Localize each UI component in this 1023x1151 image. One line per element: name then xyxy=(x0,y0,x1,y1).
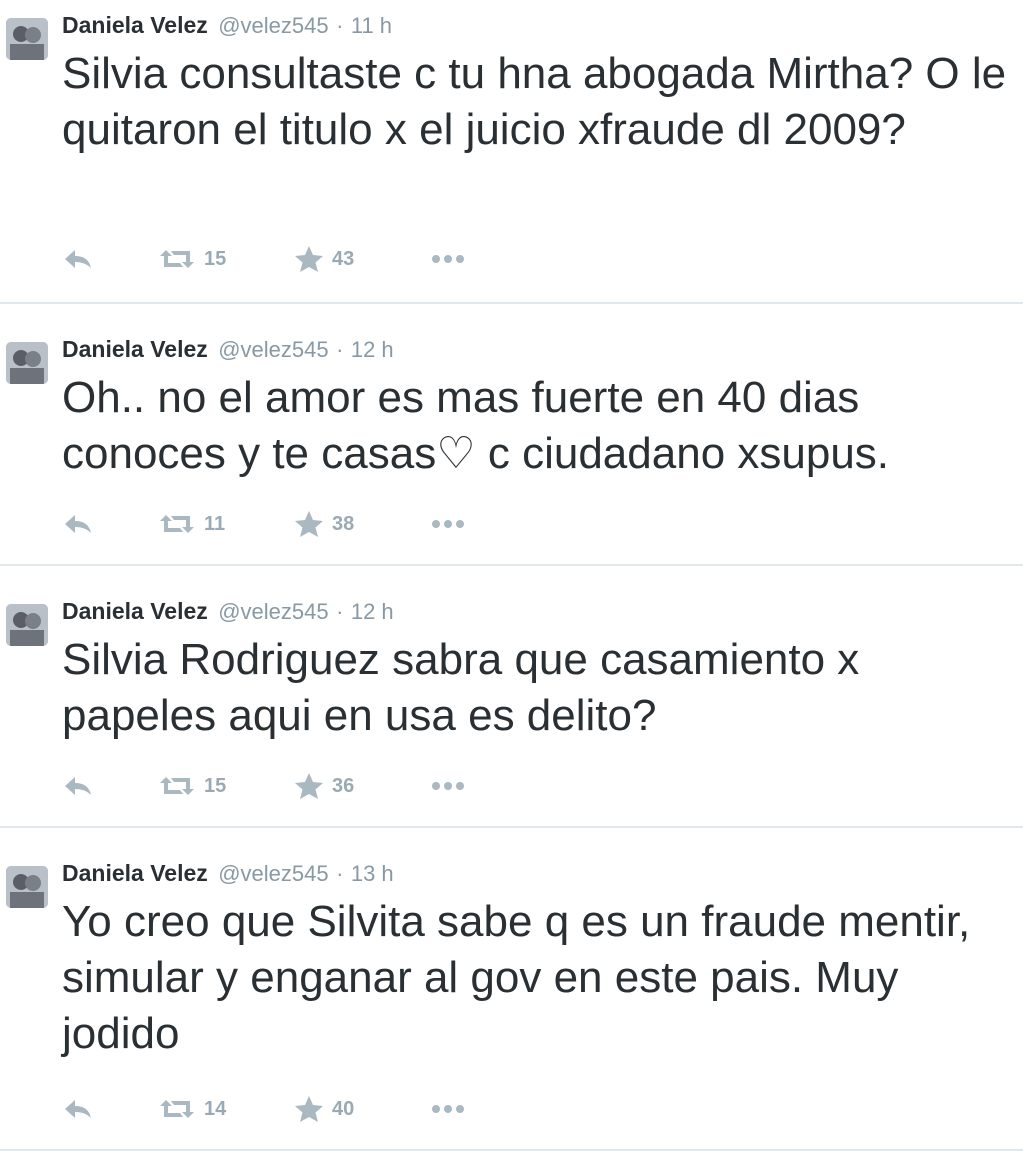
reply-icon xyxy=(65,1100,91,1118)
author-name[interactable]: Daniela Velez xyxy=(62,598,208,624)
reply-button[interactable] xyxy=(62,1097,158,1121)
tweet-text: Yo creo que Silvita sabe q es un fraude … xyxy=(62,897,971,1058)
retweet-count: 15 xyxy=(204,774,227,797)
more-options-icon xyxy=(432,255,464,263)
star-icon xyxy=(295,773,323,799)
avatar[interactable] xyxy=(6,866,48,908)
separator-dot: · xyxy=(336,337,344,362)
retweet-icon xyxy=(160,250,194,268)
avatar[interactable] xyxy=(6,342,48,384)
author-handle[interactable]: @velez545 xyxy=(218,337,328,362)
tweet-actions: 14 40 xyxy=(62,1094,466,1124)
retweet-button[interactable]: 11 xyxy=(158,512,294,536)
tweet: Daniela Velez @velez545 · 13 h Yo creo q… xyxy=(0,828,1023,1151)
tweet: Daniela Velez @velez545 · 11 h Silvia co… xyxy=(0,0,1023,304)
tweet-actions: 11 38 xyxy=(62,509,466,539)
reply-icon xyxy=(65,250,91,268)
more-options-button[interactable] xyxy=(430,1103,466,1115)
tweet-actions: 15 36 xyxy=(62,771,466,801)
reply-icon xyxy=(65,777,91,795)
retweet-icon xyxy=(160,515,194,533)
author-name[interactable]: Daniela Velez xyxy=(62,860,208,886)
tweet-timestamp[interactable]: 12 h xyxy=(351,599,394,624)
reply-button[interactable] xyxy=(62,247,158,271)
retweet-icon xyxy=(160,777,194,795)
reply-button[interactable] xyxy=(62,512,158,536)
retweet-count: 11 xyxy=(204,512,226,535)
tweet-timestamp[interactable]: 11 h xyxy=(351,13,392,38)
author-handle[interactable]: @velez545 xyxy=(218,599,328,624)
tweet-actions: 15 43 xyxy=(62,244,466,274)
favorite-count: 38 xyxy=(332,512,355,535)
tweet-header: Daniela Velez @velez545 · 11 h xyxy=(62,10,1015,40)
more-options-button[interactable] xyxy=(430,518,466,530)
star-icon xyxy=(295,1096,323,1122)
avatar[interactable] xyxy=(6,604,48,646)
author-name[interactable]: Daniela Velez xyxy=(62,336,208,362)
separator-dot: · xyxy=(336,13,344,38)
author-handle[interactable]: @velez545 xyxy=(218,861,328,886)
avatar[interactable] xyxy=(6,18,48,60)
tweet: Daniela Velez @velez545 · 12 h Oh.. no e… xyxy=(0,304,1023,566)
tweet-text: Oh.. no el amor es mas fuerte en 40 dias… xyxy=(62,373,890,478)
favorite-count: 40 xyxy=(332,1097,355,1120)
favorite-count: 43 xyxy=(332,247,355,270)
more-options-icon xyxy=(432,782,464,790)
tweet-text: Silvia Rodriguez sabra que casamiento x … xyxy=(62,635,860,740)
retweet-icon xyxy=(160,1100,194,1118)
tweet-timestamp[interactable]: 13 h xyxy=(351,861,394,886)
reply-button[interactable] xyxy=(62,774,158,798)
star-icon xyxy=(295,246,323,272)
more-options-icon xyxy=(432,520,464,528)
favorite-button[interactable]: 40 xyxy=(294,1095,430,1123)
author-name[interactable]: Daniela Velez xyxy=(62,12,208,38)
author-handle[interactable]: @velez545 xyxy=(218,13,328,38)
tweet-header: Daniela Velez @velez545 · 13 h xyxy=(62,858,1015,888)
separator-dot: · xyxy=(336,599,344,624)
tweet-header: Daniela Velez @velez545 · 12 h xyxy=(62,334,1015,364)
retweet-button[interactable]: 15 xyxy=(158,774,294,798)
retweet-button[interactable]: 15 xyxy=(158,247,294,271)
reply-icon xyxy=(65,515,91,533)
retweet-button[interactable]: 14 xyxy=(158,1097,294,1121)
favorite-button[interactable]: 43 xyxy=(294,245,430,273)
favorite-count: 36 xyxy=(332,774,355,797)
favorite-button[interactable]: 36 xyxy=(294,772,430,800)
tweet: Daniela Velez @velez545 · 12 h Silvia Ro… xyxy=(0,566,1023,828)
retweet-count: 15 xyxy=(204,247,227,270)
more-options-button[interactable] xyxy=(430,253,466,265)
star-icon xyxy=(295,511,323,537)
tweet-timeline: Daniela Velez @velez545 · 11 h Silvia co… xyxy=(0,0,1023,1151)
more-options-button[interactable] xyxy=(430,780,466,792)
tweet-text: Silvia consultaste c tu hna abogada Mirt… xyxy=(62,49,1007,154)
more-options-icon xyxy=(432,1105,464,1113)
tweet-header: Daniela Velez @velez545 · 12 h xyxy=(62,596,1015,626)
favorite-button[interactable]: 38 xyxy=(294,510,430,538)
tweet-timestamp[interactable]: 12 h xyxy=(351,337,394,362)
retweet-count: 14 xyxy=(204,1097,227,1120)
separator-dot: · xyxy=(336,861,344,886)
